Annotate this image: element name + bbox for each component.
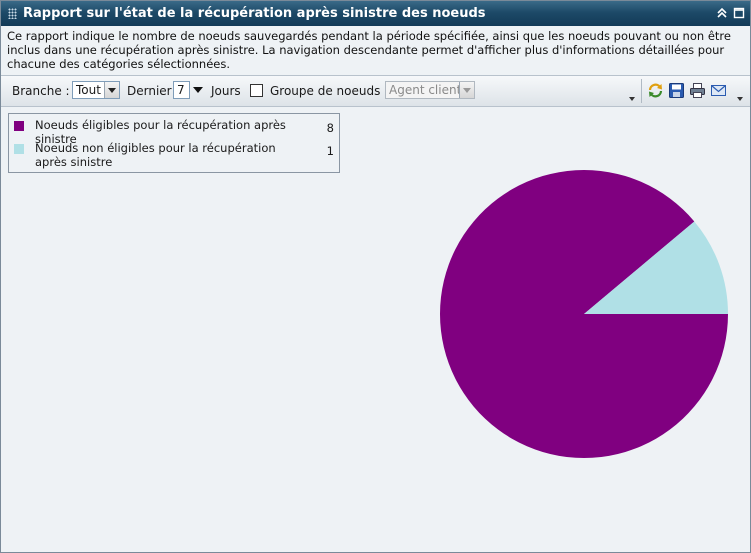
print-icon[interactable]	[689, 82, 706, 99]
node-group-label: Groupe de noeuds :	[270, 84, 389, 98]
report-title: Rapport sur l'état de la récupération ap…	[23, 6, 486, 21]
node-group-checkbox[interactable]	[250, 84, 263, 97]
legend-item-eligible[interactable]: Noeuds éligibles pour la récupération ap…	[14, 118, 334, 146]
title-bar[interactable]: Rapport sur l'état de la récupération ap…	[1, 1, 750, 26]
last-days-dropdown-icon[interactable]	[193, 87, 203, 93]
drag-grip-icon[interactable]	[8, 8, 17, 19]
pie-slice-eligible[interactable]	[440, 170, 728, 459]
save-icon[interactable]	[668, 82, 685, 99]
node-group-select[interactable]: Agent client	[385, 81, 475, 99]
legend-value-eligible: 8	[326, 121, 334, 135]
branch-value: Tout	[76, 83, 101, 97]
chevron-down-icon[interactable]	[104, 82, 119, 98]
chart-legend: Noeuds éligibles pour la récupération ap…	[8, 113, 340, 173]
report-panel: Rapport sur l'état de la récupération ap…	[0, 0, 751, 553]
collapse-icon[interactable]	[716, 7, 728, 19]
legend-item-not-eligible[interactable]: Noeuds non éligibles pour la récupératio…	[14, 141, 334, 169]
chevron-down-icon[interactable]	[459, 82, 474, 98]
legend-swatch-eligible	[14, 121, 24, 131]
toolbar-divider	[641, 79, 642, 103]
maximize-icon[interactable]	[733, 7, 745, 19]
last-days-value: 7	[177, 83, 185, 97]
branch-select[interactable]: Tout	[72, 81, 120, 99]
legend-swatch-not-eligible	[14, 144, 24, 154]
pie-chart[interactable]	[439, 169, 729, 459]
legend-value-not-eligible: 1	[326, 144, 334, 158]
legend-label-not-eligible: Noeuds non éligibles pour la récupératio…	[35, 141, 276, 169]
node-group-value: Agent client	[389, 83, 462, 97]
refresh-icon[interactable]	[647, 82, 664, 99]
email-icon[interactable]	[710, 82, 727, 99]
report-description: Ce rapport indique le nombre de noeuds s…	[7, 29, 731, 71]
filter-toolbar: Branche : Tout Dernier 7 Jours Groupe de…	[1, 75, 750, 107]
last-label: Dernier	[127, 84, 172, 98]
last-days-select[interactable]: 7	[173, 81, 190, 99]
branch-label: Branche :	[12, 84, 70, 98]
days-label: Jours	[211, 84, 241, 98]
toolbar-overflow-icon[interactable]	[628, 93, 637, 103]
toolbar-overflow-icon[interactable]	[736, 93, 745, 103]
